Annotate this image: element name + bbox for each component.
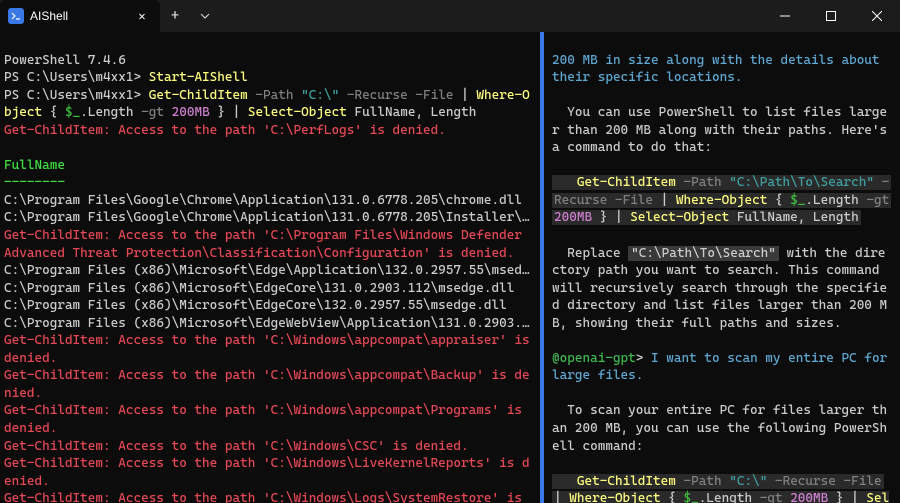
- tab-aishell[interactable]: AIShell ✕: [0, 0, 160, 32]
- error-line: Get-ChildItem: Access to the path 'C:\Wi…: [4, 456, 530, 489]
- error-line: Get-ChildItem: Access to the path 'C:\Pe…: [4, 123, 446, 138]
- powershell-pane[interactable]: PowerShell 7.4.6 PS C:\Users\m4xx1> Star…: [0, 32, 540, 503]
- column-underline: --------: [4, 175, 65, 190]
- result-row: C:\Program Files (x86)\Microsoft\EdgeWeb…: [4, 316, 530, 331]
- tab-dropdown[interactable]: [190, 0, 220, 32]
- result-row: C:\Program Files (x86)\Microsoft\EdgeCor…: [4, 298, 507, 313]
- prompt-1: PS C:\Users\m4xx1>: [4, 70, 141, 85]
- cmd-start-aishell: Start-AIShell: [149, 70, 248, 85]
- terminal-icon: [8, 8, 24, 24]
- user-handle: @openai-gpt: [552, 351, 636, 366]
- error-line: Get-ChildItem: Access to the path 'C:\Wi…: [4, 491, 530, 503]
- error-line: Get-ChildItem: Access to the path 'C:\Pr…: [4, 228, 530, 261]
- code-block: Get-ChildItem -Path "C:\Path\To\Search" …: [552, 175, 891, 190]
- result-row: C:\Program Files (x86)\Microsoft\EdgeCor…: [4, 281, 514, 296]
- minimize-button[interactable]: [762, 0, 808, 32]
- code-block: Get-ChildItem -Path "C:\" -Recurse -File: [552, 474, 884, 489]
- content-split: PowerShell 7.4.6 PS C:\Users\m4xx1> Star…: [0, 32, 900, 503]
- error-line: Get-ChildItem: Access to the path 'C:\Wi…: [4, 368, 530, 401]
- ai-paragraph: You can use PowerShell to list files lar…: [552, 105, 895, 155]
- ai-chat-pane[interactable]: 200 MB in size along with the details ab…: [544, 32, 900, 503]
- ai-paragraph: Replace "C:\Path\To\Search" with the dir…: [552, 246, 887, 331]
- ai-paragraph: To scan your entire PC for files larger …: [552, 403, 887, 453]
- inline-code: "C:\Path\To\Search": [628, 246, 779, 261]
- new-tab-button[interactable]: +: [160, 0, 190, 32]
- tab-title: AIShell: [30, 9, 128, 23]
- prompt-2: PS C:\Users\m4xx1>: [4, 88, 141, 103]
- close-button[interactable]: [854, 0, 900, 32]
- maximize-button[interactable]: [808, 0, 854, 32]
- ai-continuation: 200 MB in size along with the details ab…: [552, 53, 887, 86]
- result-row: C:\Program Files (x86)\Microsoft\Edge\Ap…: [4, 263, 530, 278]
- result-row: C:\Program Files\Google\Chrome\Applicati…: [4, 193, 522, 208]
- error-line: Get-ChildItem: Access to the path 'C:\Wi…: [4, 403, 530, 436]
- error-line: Get-ChildItem: Access to the path 'C:\Wi…: [4, 333, 537, 366]
- result-row: C:\Program Files\Google\Chrome\Applicati…: [4, 210, 530, 225]
- titlebar: AIShell ✕ +: [0, 0, 900, 32]
- ps-version: PowerShell 7.4.6: [4, 53, 126, 68]
- error-line: Get-ChildItem: Access to the path 'C:\Wi…: [4, 439, 469, 454]
- close-icon[interactable]: ✕: [134, 8, 150, 24]
- column-header: FullName: [4, 158, 65, 173]
